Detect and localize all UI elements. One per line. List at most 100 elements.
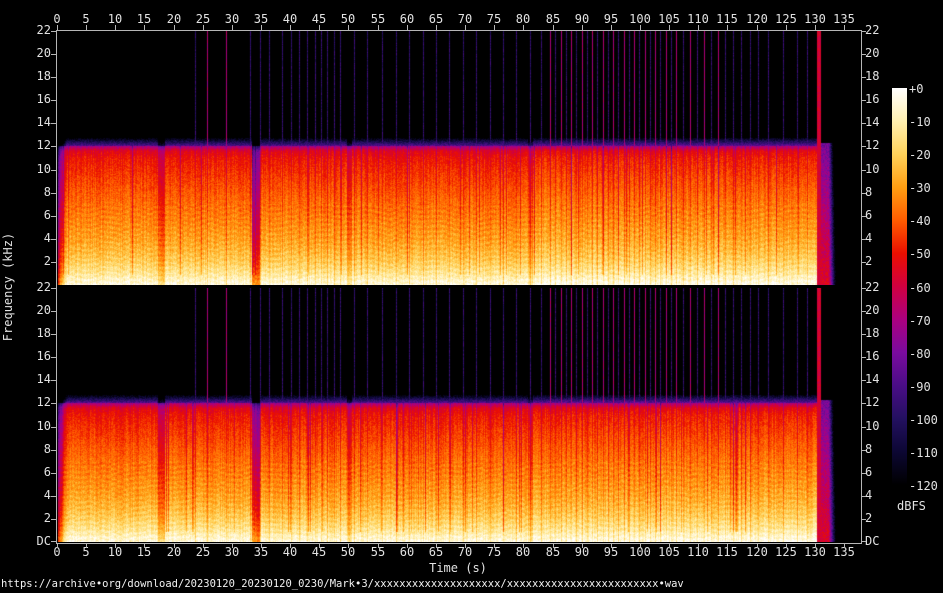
tick-mark [553,544,554,548]
tick-mark [174,25,175,30]
tick-mark [319,25,320,30]
tick-mark [57,25,58,30]
tick-mark [407,544,408,548]
dbfs-tick-label: -110 [909,447,938,460]
freq-tick-label: 6 [18,209,51,222]
tick-mark [319,544,320,548]
tick-mark [861,496,866,497]
tick-mark [669,25,670,30]
tick-mark [51,193,56,194]
tick-mark [51,541,56,542]
freq-tick-label: 2 [18,255,51,268]
tick-mark [378,544,379,548]
dbfs-tick-label: -60 [909,282,931,295]
tick-mark [232,25,233,30]
tick-mark [861,519,866,520]
dbfs-tick-label: -120 [909,480,938,493]
tick-mark [861,216,866,217]
freq-tick-label: 12 [18,396,51,409]
tick-mark [203,544,204,548]
tick-mark [144,25,145,30]
tick-mark [523,25,524,30]
dbfs-tick-label: -10 [909,116,931,129]
freq-tick-label: 18 [865,70,905,83]
tick-mark [494,544,495,548]
tick-mark [861,473,866,474]
tick-mark [51,54,56,55]
tick-mark [861,334,866,335]
tick-mark [174,544,175,548]
tick-mark [861,54,866,55]
tick-mark [494,25,495,30]
dbfs-tick-label: +0 [909,83,923,96]
tick-mark [611,544,612,548]
tick-mark [815,544,816,548]
freq-tick-label: 16 [18,350,51,363]
tick-mark [378,25,379,30]
dbfs-tick-label: -90 [909,381,931,394]
tick-mark [861,146,866,147]
tick-mark [115,544,116,548]
tick-mark [290,25,291,30]
freq-tick-label: 20 [18,47,51,60]
freq-tick-label: 20 [18,304,51,317]
tick-mark [51,77,56,78]
tick-mark [844,25,845,30]
tick-mark [861,77,866,78]
tick-mark [844,544,845,548]
freq-tick-label: 14 [18,373,51,386]
colorbar-unit-label: dBFS [897,499,926,513]
freq-tick-label: 18 [18,70,51,83]
tick-mark [786,25,787,30]
tick-mark [232,544,233,548]
tick-mark [757,544,758,548]
tick-mark [51,450,56,451]
tick-mark [86,25,87,30]
time-axis-label: Time (s) [408,561,508,575]
tick-mark [203,25,204,30]
tick-mark [640,25,641,30]
tick-mark [348,25,349,30]
tick-mark [861,541,866,542]
freq-tick-label: 8 [18,443,51,456]
tick-mark [51,288,56,289]
freq-tick-label: 20 [865,47,905,60]
tick-mark [861,380,866,381]
spectrogram-channel-1 [57,31,860,285]
freq-tick-label: DC [865,535,905,548]
tick-mark [861,311,866,312]
tick-mark [465,544,466,548]
spectrogram-channel-2 [57,288,860,542]
freq-tick-label: 12 [18,139,51,152]
tick-mark [51,146,56,147]
tick-mark [757,25,758,30]
tick-mark [51,403,56,404]
tick-mark [698,544,699,548]
tick-mark [51,262,56,263]
spectrogram-figure: Frequency (kHz) Time (s) 005510101515202… [0,0,943,593]
tick-mark [861,100,866,101]
dbfs-tick-label: -100 [909,414,938,427]
freq-tick-label: 14 [18,116,51,129]
tick-mark [86,544,87,548]
freq-tick-label: 22 [18,281,51,294]
tick-mark [51,519,56,520]
tick-mark [861,123,866,124]
tick-mark [861,170,866,171]
tick-mark [436,544,437,548]
tick-mark [727,544,728,548]
tick-mark [727,25,728,30]
freq-tick-label: 18 [18,327,51,340]
tick-mark [51,239,56,240]
dbfs-tick-label: -30 [909,182,931,195]
tick-mark [861,288,866,289]
freq-tick-label: 10 [18,420,51,433]
freq-tick-label: 2 [18,512,51,525]
tick-mark [861,193,866,194]
tick-mark [815,25,816,30]
tick-mark [861,262,866,263]
dbfs-tick-label: -50 [909,248,931,261]
tick-mark [261,25,262,30]
tick-mark [348,544,349,548]
dbfs-tick-label: -20 [909,149,931,162]
